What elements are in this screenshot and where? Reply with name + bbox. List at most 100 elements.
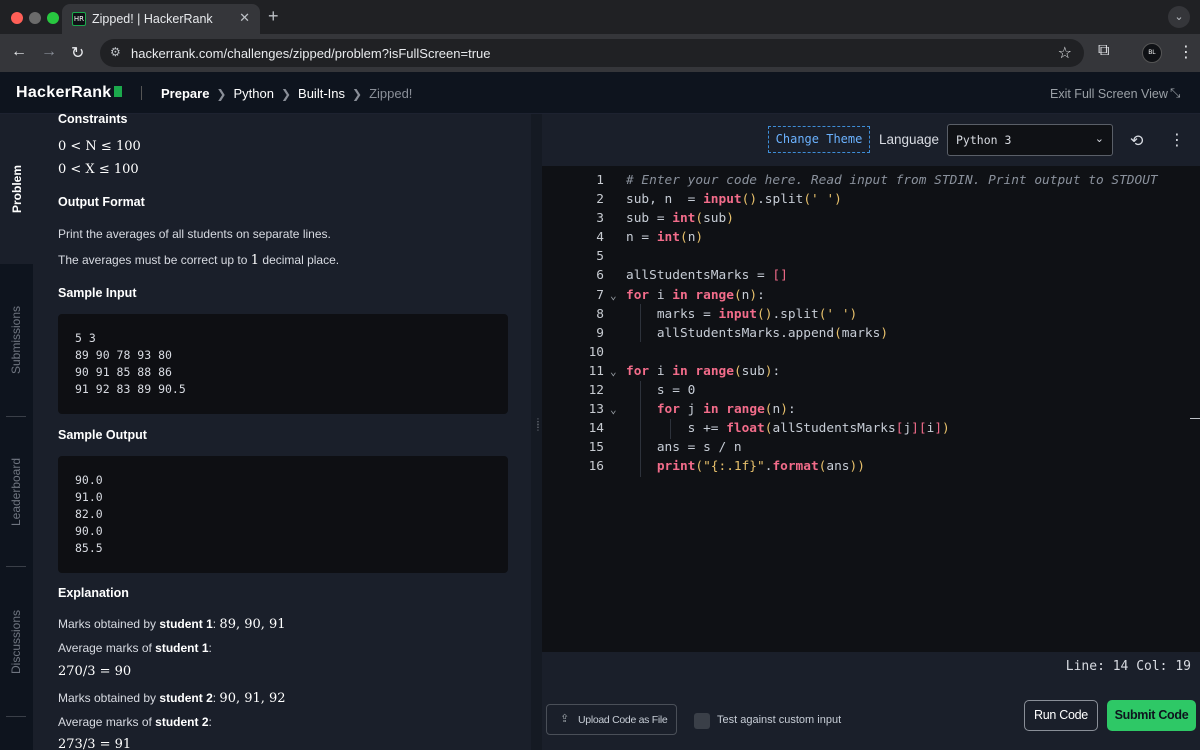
- custom-input-label[interactable]: Test against custom input: [717, 714, 841, 726]
- panel-resize-handle[interactable]: ⋮ ⋮ ⋮: [531, 114, 542, 750]
- code-line: 10: [542, 343, 1200, 362]
- fold-chevron-icon[interactable]: ⌄: [610, 362, 617, 381]
- line-number: 3: [596, 211, 604, 227]
- line-number: 16: [588, 459, 604, 475]
- new-tab-icon[interactable]: +: [268, 6, 279, 27]
- code-line: 2 sub, n = input().split(' '): [542, 190, 1200, 209]
- code-line: 9 allStudentsMarks.append(marks): [542, 324, 1200, 343]
- reload-icon[interactable]: ↻: [71, 43, 84, 63]
- code-line: 6 allStudentsMarks = []: [542, 266, 1200, 285]
- explanation-heading: Explanation: [58, 586, 129, 600]
- code-text: print("{:.1f}".format(ans)): [656, 459, 865, 475]
- collapse-icon[interactable]: ⤡: [1170, 85, 1180, 101]
- header-divider: [141, 86, 142, 100]
- tab-leaderboard[interactable]: Leaderboard: [0, 418, 33, 566]
- exp-text: Marks obtained by: [58, 691, 157, 705]
- back-arrow-icon[interactable]: ←: [11, 43, 27, 61]
- window-close-button[interactable]: [11, 12, 23, 24]
- extensions-icon[interactable]: ⧉: [1098, 42, 1109, 60]
- sample-output-heading: Sample Output: [58, 428, 147, 442]
- browser-menu-icon[interactable]: ⋮: [1178, 42, 1194, 62]
- window-minimize-button[interactable]: [29, 12, 41, 24]
- browser-tab[interactable]: HR Zipped! | HackerRank ✕: [62, 4, 260, 34]
- tab-search-icon[interactable]: ⌄: [1168, 6, 1190, 28]
- address-bar[interactable]: ⚙ hackerrank.com/challenges/zipped/probl…: [100, 39, 1084, 67]
- window-zoom-button[interactable]: [47, 12, 59, 24]
- code-line: 8 marks = input().split(' '): [542, 305, 1200, 324]
- exit-full-screen-link[interactable]: Exit Full Screen View: [1050, 87, 1168, 101]
- code-text: s += float(allStudentsMarks[j][i]): [687, 421, 950, 437]
- constraint-n: 0 < N ≤ 100: [58, 139, 141, 154]
- change-theme-button[interactable]: Change Theme: [768, 126, 870, 153]
- hackerrank-header: HackerRank Prepare ❯ Python ❯ Built-Ins ❯ Zipp…: [0, 72, 1200, 114]
- chevron-right-icon: ❯: [216, 87, 227, 101]
- exp-text: Average marks of: [58, 641, 152, 655]
- breadcrumb-built-ins[interactable]: Built-Ins: [298, 86, 345, 101]
- code-line: 5: [542, 247, 1200, 266]
- breadcrumb-python[interactable]: Python: [233, 86, 273, 101]
- explanation-math-2: 273/3 = 91: [58, 737, 132, 750]
- code-text: sub = int(sub): [626, 211, 734, 227]
- breadcrumb-prepare[interactable]: Prepare: [161, 86, 209, 101]
- code-text: ans = s / n: [656, 440, 742, 456]
- code-line: 16 print("{:.1f}".format(ans)): [542, 457, 1200, 476]
- explanation-line-2: Average marks of student 1:: [58, 641, 212, 655]
- forward-arrow-icon[interactable]: →: [41, 43, 57, 61]
- tab-close-icon[interactable]: ✕: [239, 10, 250, 26]
- logo-mark-icon: [113, 86, 122, 97]
- custom-input-checkbox[interactable]: [694, 713, 710, 729]
- tab-discussions[interactable]: Discussions: [0, 568, 33, 716]
- code-lines: 1 # Enter your code here. Read input from…: [542, 171, 1200, 477]
- hackerrank-logo[interactable]: HackerRank: [16, 84, 122, 102]
- breadcrumb: Prepare ❯ Python ❯ Built-Ins ❯ Zipped!: [161, 86, 412, 101]
- exp-student: student 2: [155, 715, 209, 729]
- exp-student: student 2: [159, 691, 213, 705]
- line-number: 8: [596, 306, 604, 322]
- tab-submissions[interactable]: Submissions: [0, 266, 33, 414]
- sidebar-divider: [6, 716, 26, 717]
- editor-menu-icon[interactable]: ⋮: [1169, 130, 1185, 150]
- history-icon[interactable]: ⟲: [1130, 131, 1143, 151]
- output-format-text: Print the averages of all students on se…: [58, 227, 331, 241]
- code-text: marks = input().split(' '): [656, 306, 858, 322]
- explanation-line-5: Average marks of student 2:: [58, 715, 212, 729]
- fold-chevron-icon[interactable]: ⌄: [610, 400, 617, 419]
- tab-title: Zipped! | HackerRank: [92, 12, 213, 26]
- editor-status-bar: Line: 14 Col: 19: [542, 652, 1200, 682]
- profile-avatar[interactable]: BL: [1142, 43, 1162, 63]
- bookmark-star-icon[interactable]: ☆: [1058, 43, 1072, 63]
- tab-problem[interactable]: Problem: [0, 114, 33, 264]
- precision-after: decimal place.: [262, 253, 340, 267]
- language-select[interactable]: Python 3 ⌄: [947, 124, 1113, 156]
- code-text: allStudentsMarks = []: [626, 268, 788, 284]
- code-text: for j in range(n):: [656, 402, 796, 418]
- code-editor[interactable]: 1 # Enter your code here. Read input from…: [542, 166, 1200, 652]
- exp-marks: 90, 91, 92: [219, 691, 286, 706]
- sample-input-box: 5 3 89 90 78 93 80 90 91 85 88 86 91 92 …: [58, 314, 508, 414]
- editor-actions: ⇪ Upload Code as File Test against custo…: [542, 682, 1200, 750]
- explanation-math-1: 270/3 = 90: [58, 664, 132, 679]
- exp-marks: 89, 90, 91: [219, 617, 286, 632]
- site-settings-icon[interactable]: ⚙: [110, 45, 121, 59]
- line-number: 6: [596, 268, 604, 284]
- code-line: 11 ⌄ for i in range(sub):: [542, 362, 1200, 381]
- code-line: 4 n = int(n): [542, 228, 1200, 247]
- constraint-x: 0 < X ≤ 100: [58, 162, 139, 177]
- code-text: n = int(n): [626, 230, 704, 246]
- line-number: 11: [588, 363, 604, 379]
- line-number: 12: [588, 383, 604, 399]
- drag-grip-icon[interactable]: ⋮ ⋮ ⋮: [534, 418, 542, 446]
- precision-text: The averages must be correct up to 1 dec…: [58, 253, 339, 268]
- sample-input-code: 5 3 89 90 78 93 80 90 91 85 88 86 91 92 …: [75, 331, 186, 396]
- upload-icon: ⇪: [560, 713, 570, 725]
- line-number: 15: [588, 440, 604, 456]
- code-line: 12 s = 0: [542, 381, 1200, 400]
- language-label: Language: [879, 132, 940, 147]
- upload-code-button[interactable]: ⇪ Upload Code as File: [546, 704, 677, 735]
- scroll-marker: [1190, 418, 1200, 419]
- submit-code-button[interactable]: Submit Code: [1107, 700, 1196, 731]
- exp-student: student 1: [159, 617, 213, 631]
- run-code-button[interactable]: Run Code: [1024, 700, 1098, 731]
- chevron-right-icon: ❯: [280, 87, 292, 101]
- fold-chevron-icon[interactable]: ⌄: [610, 286, 617, 305]
